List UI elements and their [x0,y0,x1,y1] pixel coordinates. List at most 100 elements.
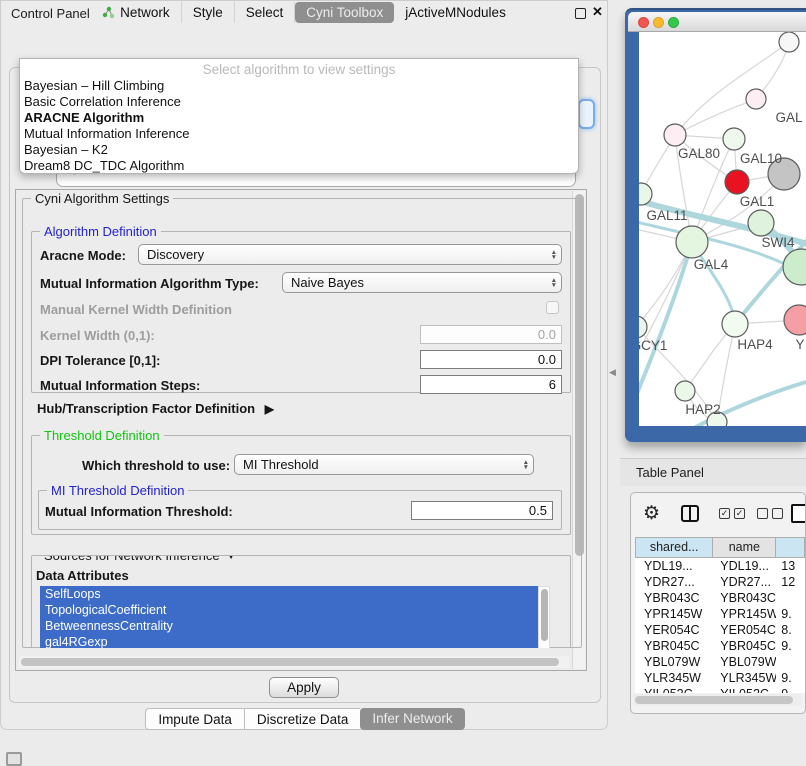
algorithm-option[interactable]: Mutual Information Inference [20,126,578,142]
node-table: shared... name YDL19...YDL19...13 YDR27.… [635,537,805,558]
deselect-all-checkboxes-icon[interactable] [757,508,783,519]
splitpane-grip-icon[interactable]: ◀ [609,367,616,378]
node-hap2[interactable] [675,381,695,401]
node-gal10[interactable] [723,128,745,150]
sources-title[interactable]: Sources for Network Inference ▼ [40,555,240,563]
node[interactable] [746,89,766,109]
gear-icon[interactable]: ⚙ [643,502,660,525]
table-toolbar: ⚙ ✓ ✓ [631,499,805,533]
close-icon[interactable]: ✕ [592,4,603,20]
network-view-window[interactable]: GAL80 GAL10 GAL1 GAL11 SWI4 GAL4 GCY1 HA… [625,8,806,442]
column-header-name[interactable]: name [713,537,776,558]
node-label: SWI4 [761,235,794,250]
manual-kernel-checkbox[interactable] [546,301,559,314]
algorithm-dropdown-popup: Select algorithm to view settings Bayesi… [19,58,579,174]
table-row[interactable]: YIL052CYIL052C9. [635,686,805,693]
node-gal4[interactable] [676,226,708,258]
tab-jactivemnodules[interactable]: jActiveMNodules [394,2,517,23]
attribute-item[interactable]: TopologicalCoefficient [40,602,538,618]
network-window-titlebar[interactable] [628,12,806,32]
table-row[interactable]: YBR045CYBR045C9. [635,638,805,654]
algorithm-option-selected[interactable]: ARACNE Algorithm [20,110,578,126]
tab-select[interactable]: Select [235,2,296,23]
node-gcy1[interactable] [639,316,647,338]
apply-button[interactable]: Apply [269,677,339,698]
tab-infer-network[interactable]: Infer Network [360,708,464,730]
table-row[interactable]: YDR27...YDR27...12 [635,574,805,590]
node-swi4[interactable] [748,210,774,236]
horizontal-scrollbar[interactable] [19,656,569,668]
node-label: GAL4 [694,257,729,272]
algorithm-definition-group: Algorithm Definition Aracne Mode: Discov… [31,231,571,393]
column-header-partial[interactable] [776,537,805,558]
dpi-tolerance-input[interactable]: 0.0 [420,350,562,369]
table-row[interactable]: YBR043CYBR043C [635,590,805,606]
bottom-tab-bar: Impute Data Discretize Data Infer Networ… [1,708,609,730]
attribute-list-scrollbar[interactable] [538,586,550,648]
network-graph: GAL80 GAL10 GAL1 GAL11 SWI4 GAL4 GCY1 HA… [639,32,806,426]
attribute-item[interactable]: BetweennessCentrality [40,618,538,634]
split-columns-icon[interactable] [681,505,699,522]
spinner-arrows-icon: ▲▼ [523,460,529,470]
table-row[interactable]: YBL079WYBL079W [635,654,805,670]
dpi-tolerance-label: DPI Tolerance [0,1]: [40,353,160,368]
minimize-traffic-light-icon[interactable] [653,17,664,28]
node-gal1[interactable] [725,170,749,194]
node-label: GCY1 [639,338,667,353]
network-canvas[interactable]: GAL80 GAL10 GAL1 GAL11 SWI4 GAL4 GCY1 HA… [639,32,806,426]
data-attributes-list: SelfLoops TopologicalCoefficient Between… [40,586,538,648]
table-panel-title: Table Panel [636,465,704,480]
tab-network[interactable]: Network [91,2,182,23]
column-header-shared-name[interactable]: shared... [635,537,713,558]
which-threshold-select[interactable]: MI Threshold ▲▼ [234,454,534,475]
node-hap4[interactable] [722,311,748,337]
threshold-definition-group: Threshold Definition Which threshold to … [31,435,571,535]
attribute-item[interactable]: SelfLoops [40,586,538,602]
panel-icon-partial[interactable] [791,504,806,523]
focused-combo-fragment[interactable] [578,99,595,129]
close-traffic-light-icon[interactable] [638,17,649,28]
node-label: GAL80 [678,146,720,161]
table-row[interactable]: YLR345WYLR345W9. [635,670,805,686]
float-window-icon[interactable] [575,8,586,19]
node-label: GAL10 [740,151,782,166]
mi-steps-input[interactable]: 6 [420,375,562,394]
kernel-width-input[interactable]: 0.0 [420,325,562,344]
cyni-algorithm-settings-group: Cyni Algorithm Settings Algorithm Defini… [22,198,582,648]
algorithm-option[interactable]: Dream8 DC_TDC Algorithm [20,158,578,174]
control-panel: Control Panel ✕ Network Style Select Cyn… [0,0,608,730]
algorithm-option[interactable]: Basic Correlation Inference [20,94,578,110]
node-label: HAP2 [685,402,720,417]
node[interactable] [779,32,799,52]
table-horizontal-scrollbar[interactable] [633,694,801,706]
network-icon [102,6,115,19]
node[interactable] [784,305,806,335]
table-header-row: shared... name [635,537,805,558]
tab-style[interactable]: Style [182,2,235,23]
attribute-item[interactable]: gal4RGexp [40,634,538,648]
node-label: Y [795,337,804,352]
tab-impute-data[interactable]: Impute Data [145,708,244,730]
sources-group: Sources for Network Inference ▼ Data Att… [31,555,571,648]
table-row[interactable]: YDL19...YDL19...13 [635,558,805,574]
mi-type-label: Mutual Information Algorithm Type: [40,276,259,291]
top-tab-bar: Network Style Select Cyni Toolbox jActiv… [1,1,607,23]
algorithm-option[interactable]: Bayesian – K2 [20,142,578,158]
mi-threshold-input[interactable]: 0.5 [411,501,553,520]
zoom-traffic-light-icon[interactable] [668,17,679,28]
table-row[interactable]: YPR145WYPR145W9. [635,606,805,622]
node-gal80[interactable] [664,124,686,146]
tab-discretize-data[interactable]: Discretize Data [244,708,361,730]
tab-cyni-toolbox[interactable]: Cyni Toolbox [295,2,394,23]
minimized-panel-icon[interactable] [6,752,22,766]
mi-threshold-definition-title: MI Threshold Definition [47,483,188,498]
hub-section-toggle[interactable]: Hub/Transcription Factor Definition ▶ [37,401,274,416]
node[interactable] [783,249,806,285]
spinner-arrows-icon: ▲▼ [551,278,557,288]
algorithm-option[interactable]: Bayesian – Hill Climbing [20,78,578,94]
aracne-mode-select[interactable]: Discovery ▲▼ [138,244,562,265]
kernel-width-label: Kernel Width (0,1): [40,328,155,343]
mi-type-select[interactable]: Naive Bayes ▲▼ [282,272,562,293]
table-row[interactable]: YER054CYER054C8. [635,622,805,638]
select-all-checkboxes-icon[interactable]: ✓ ✓ [719,508,745,519]
